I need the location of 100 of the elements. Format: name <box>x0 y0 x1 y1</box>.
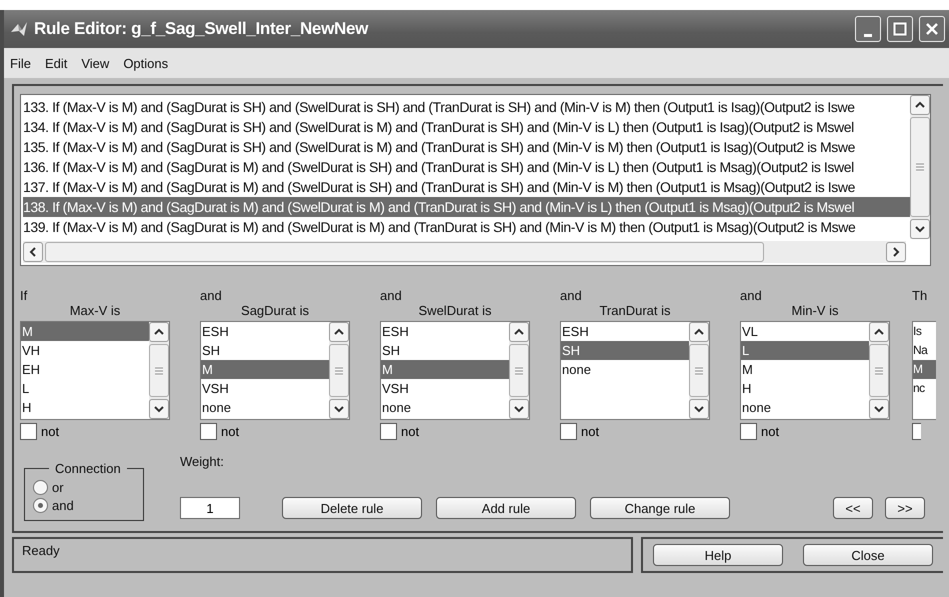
rule-row[interactable]: 136. If (Max-V is M) and (SagDurat is M) and (SwelDurat is SH) and (TranDurat is SH) and (Min-V is L) then (Output1 is Msag)(Output2 is Iswel <box>23 157 910 177</box>
rule-row[interactable]: 138. If (Max-V is M) and (SagDurat is M) and (SwelDurat is M) and (TranDurat is SH) and (Min-V is L) then (Output1 is Msag)(Output2 is Mswel <box>23 197 910 217</box>
nav-button[interactable]: << <box>833 497 873 519</box>
term-item[interactable]: ESH <box>201 322 329 341</box>
scrollbar[interactable] <box>329 322 349 419</box>
checkbox[interactable] <box>740 423 757 440</box>
variable-label: TranDurat is <box>598 303 672 320</box>
term-item[interactable]: Is <box>913 322 936 341</box>
term-list[interactable]: VL L M H none <box>740 321 890 420</box>
term-item[interactable]: none <box>741 398 869 417</box>
connector-label: and <box>560 288 583 303</box>
variable-label: Max-V is <box>68 303 122 320</box>
scrollbar[interactable] <box>149 322 169 419</box>
connector-label: Th <box>912 288 928 303</box>
checkbox[interactable] <box>912 423 921 440</box>
menu-item[interactable]: Options <box>123 56 168 70</box>
term-item[interactable]: M <box>381 360 509 379</box>
rule-row[interactable]: 137. If (Max-V is M) and (SagDurat is M) and (SwelDurat is SH) and (TranDurat is SH) and (Min-V is M) then (Output1 is Msag)(Output2 is Iswe <box>23 177 910 197</box>
grip-icon <box>695 366 703 374</box>
close-icon <box>925 22 939 36</box>
action-button[interactable]: Change rule <box>590 497 730 519</box>
dialog-button[interactable]: Close <box>803 544 933 566</box>
term-item[interactable]: nc <box>913 379 936 398</box>
term-list[interactable]: ESH SH M VSH none <box>200 321 350 420</box>
dialog-button[interactable]: Help <box>653 544 783 566</box>
connector-label: and <box>200 288 223 303</box>
term-item[interactable]: H <box>741 379 869 398</box>
status-text: Ready <box>12 537 633 573</box>
not-label: not <box>401 424 420 439</box>
term-item[interactable]: M <box>913 360 936 379</box>
term-item[interactable]: SH <box>201 341 329 360</box>
term-item[interactable]: Na <box>913 341 936 360</box>
variable-label: Min-V is <box>790 303 840 320</box>
term-list[interactable]: ESH SH M VSH none <box>380 321 530 420</box>
scrollbar[interactable] <box>689 322 709 419</box>
term-item[interactable]: ESH <box>381 322 509 341</box>
term-item[interactable]: none <box>201 398 329 417</box>
radio-label: or <box>52 480 64 494</box>
scrollbar[interactable] <box>509 322 529 419</box>
menu-item[interactable]: Edit <box>44 56 68 70</box>
term-item[interactable]: M <box>741 360 869 379</box>
connector-label: If <box>20 288 28 303</box>
action-button[interactable]: Delete rule <box>282 497 422 519</box>
term-item[interactable]: none <box>381 398 509 417</box>
radio-button[interactable] <box>33 480 48 494</box>
term-item[interactable]: M <box>21 322 149 341</box>
rule-row[interactable]: 135. If (Max-V is M) and (SagDurat is SH) and (SwelDurat is M) and (TranDurat is SH) and (Min-V is M) then (Output1 is Isag)(Output2 is Mswe <box>23 137 910 157</box>
horizontal-scrollbar[interactable] <box>23 241 906 263</box>
scrollbar[interactable] <box>910 95 930 239</box>
checkbox[interactable] <box>20 423 37 440</box>
minimize-icon <box>864 34 872 36</box>
rule-row[interactable]: 139. If (Max-V is M) and (SagDurat is M) and (SwelDurat is M) and (TranDurat is SH) and (Min-V is M) then (Output1 is Msag)(Output2 is Mswe <box>23 217 910 237</box>
weight-label: Weight: <box>180 454 225 469</box>
term-item[interactable]: SH <box>381 341 509 360</box>
rule-list[interactable] <box>20 94 931 266</box>
term-item[interactable]: VL <box>741 322 869 341</box>
maximize-button[interactable] <box>887 16 913 42</box>
grip-icon <box>515 366 523 374</box>
weight-field[interactable]: 1 <box>180 497 240 519</box>
term-list[interactable]: ESH SH none <box>560 321 710 420</box>
not-label: not <box>581 424 600 439</box>
menu-item[interactable]: View <box>81 56 110 70</box>
term-item[interactable]: VSH <box>201 379 329 398</box>
term-item[interactable]: SH <box>561 341 689 360</box>
term-item[interactable]: M <box>201 360 329 379</box>
menu-item[interactable]: File <box>10 56 31 70</box>
grip-icon <box>335 366 343 374</box>
maximize-icon <box>893 22 907 36</box>
group-title: Connection <box>54 461 122 476</box>
window-title: Rule Editor: g_f_Sag_Swell_Inter_NewNew <box>34 19 370 39</box>
rule-row[interactable]: 134. If (Max-V is M) and (SagDurat is SH) and (SwelDurat is M) and (TranDurat is SH) and (Min-V is L) then (Output1 is Isag)(Output2 is Mswel <box>23 117 910 137</box>
close-button[interactable] <box>919 16 945 42</box>
term-item[interactable]: ESH <box>561 322 689 341</box>
not-label: not <box>221 424 240 439</box>
nav-button[interactable]: >> <box>885 497 925 519</box>
radio-button[interactable] <box>33 498 48 512</box>
term-item[interactable]: H <box>21 398 149 417</box>
term-list[interactable]: M VH EH L H <box>20 321 170 420</box>
term-item[interactable]: VSH <box>381 379 509 398</box>
term-item[interactable]: EH <box>21 360 149 379</box>
checkbox[interactable] <box>200 423 217 440</box>
grip-icon <box>155 366 163 374</box>
rule-row[interactable]: 133. If (Max-V is M) and (SagDurat is SH) and (SwelDurat is SH) and (TranDurat is SH) and (Min-V is M) then (Output1 is Isag)(Output2 is Iswe <box>23 97 910 117</box>
term-item[interactable]: L <box>741 341 869 360</box>
connector-label: and <box>380 288 403 303</box>
checkbox[interactable] <box>560 423 577 440</box>
app-logo-icon <box>10 20 28 38</box>
grip-icon <box>875 366 883 374</box>
scrollbar[interactable] <box>869 322 889 419</box>
action-button[interactable]: Add rule <box>436 497 576 519</box>
term-item[interactable]: L <box>21 379 149 398</box>
not-label: not <box>761 424 780 439</box>
grip-icon <box>916 163 924 171</box>
not-label: not <box>41 424 60 439</box>
term-item[interactable]: none <box>561 360 689 379</box>
radio-label: and <box>52 498 74 512</box>
term-item[interactable]: VH <box>21 341 149 360</box>
term-list[interactable]: Is Na M nc <box>912 321 936 420</box>
checkbox[interactable] <box>380 423 397 440</box>
minimize-button[interactable] <box>855 16 881 42</box>
